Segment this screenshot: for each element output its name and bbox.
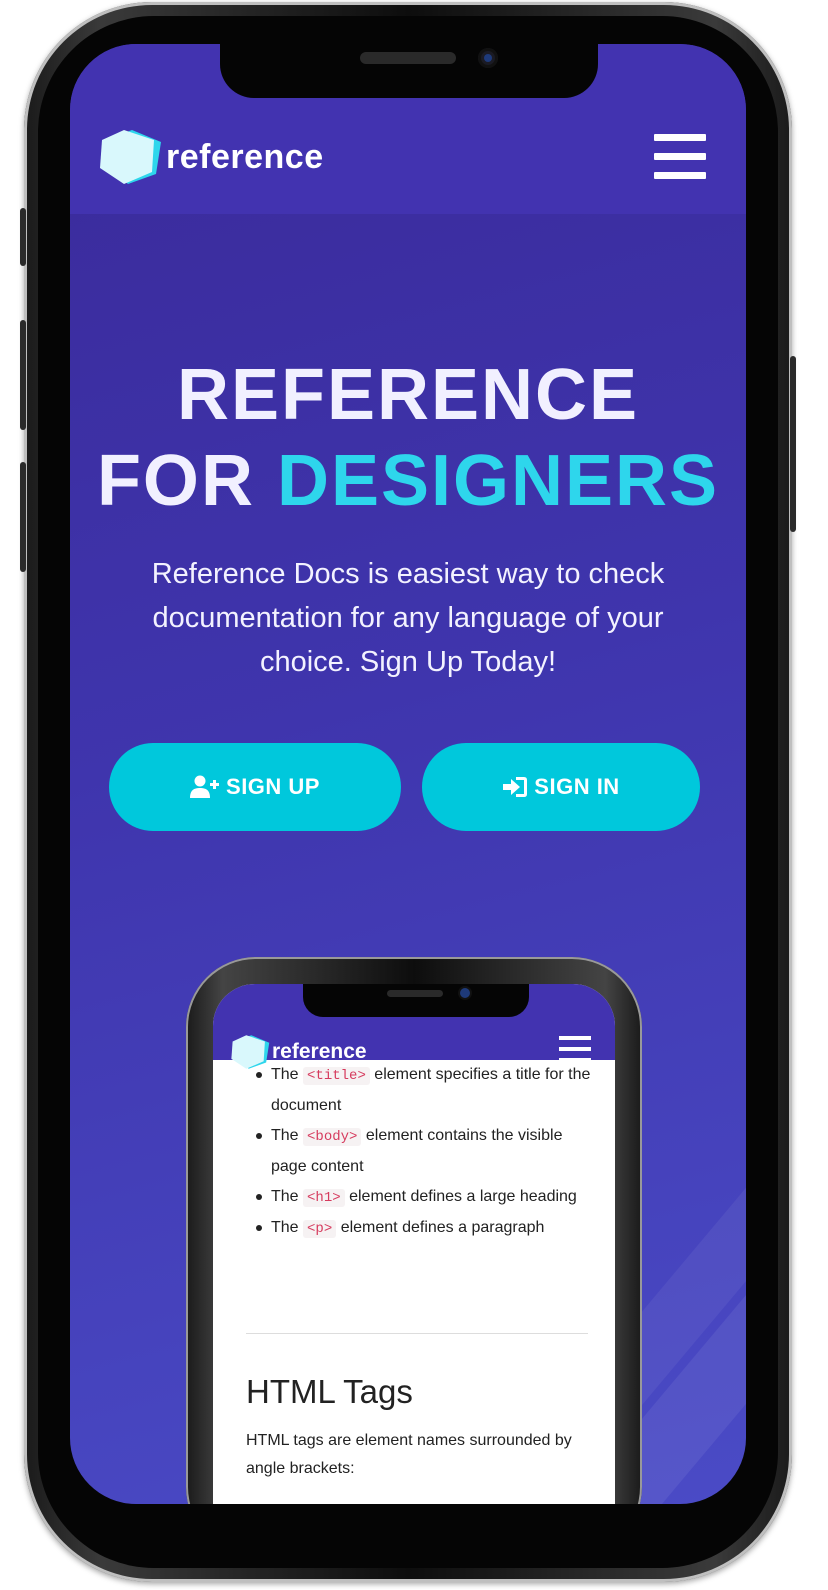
list-item: The <body> element contains the visible … [256, 1121, 591, 1182]
silent-switch [20, 208, 26, 266]
front-camera [478, 48, 498, 68]
code-tag: <h1> [303, 1189, 345, 1207]
code-tag: <p> [303, 1220, 337, 1238]
speaker-grille [360, 52, 456, 64]
element-list: The <title> element specifies a title fo… [256, 1060, 591, 1244]
section-title: HTML Tags [246, 1373, 413, 1410]
list-item: The <h1> element defines a large heading [256, 1182, 591, 1213]
code-tag: <title> [303, 1067, 370, 1085]
volume-down-button [20, 462, 26, 572]
mockup-notch [303, 984, 529, 1017]
section-text: HTML tags are element names surrounded b… [246, 1432, 572, 1477]
phone-screen: reference REFERENCE FOR DESIGNERS Refere… [70, 44, 746, 1504]
mockup-speaker [387, 990, 443, 997]
hero-title-line2: FOR DESIGNERS [70, 440, 746, 522]
sign-in-button[interactable]: SIGN IN [422, 743, 700, 831]
list-item: The <p> element defines a paragraph [256, 1213, 591, 1244]
hero-title-prefix: FOR [96, 441, 255, 521]
sign-in-label: SIGN IN [534, 774, 620, 799]
mockup-camera [460, 988, 470, 998]
code-tag: <body> [303, 1128, 362, 1146]
sign-up-button[interactable]: SIGN UP [109, 743, 401, 831]
mockup-phone: reference The <title> element specifies … [186, 957, 642, 1504]
section-divider [246, 1333, 588, 1334]
pentagon-logo-icon [231, 1035, 270, 1069]
list-item: The <title> element specifies a title fo… [256, 1060, 591, 1121]
brand-logo[interactable]: reference [98, 128, 324, 186]
hero-title-accent: DESIGNERS [276, 441, 720, 521]
hamburger-menu-icon[interactable] [654, 134, 706, 180]
sign-in-icon [503, 777, 528, 797]
hero-subtitle: Reference Docs is easiest way to check d… [151, 558, 665, 678]
user-plus-icon [190, 775, 220, 798]
hero-title-line1: REFERENCE [176, 355, 640, 435]
volume-up-button [20, 320, 26, 430]
sign-up-label: SIGN UP [226, 774, 320, 799]
mockup-screen: reference The <title> element specifies … [213, 984, 615, 1504]
power-button [790, 356, 796, 532]
pentagon-logo-icon [98, 128, 162, 186]
brand-name: reference [166, 137, 324, 176]
phone-notch [220, 44, 598, 98]
